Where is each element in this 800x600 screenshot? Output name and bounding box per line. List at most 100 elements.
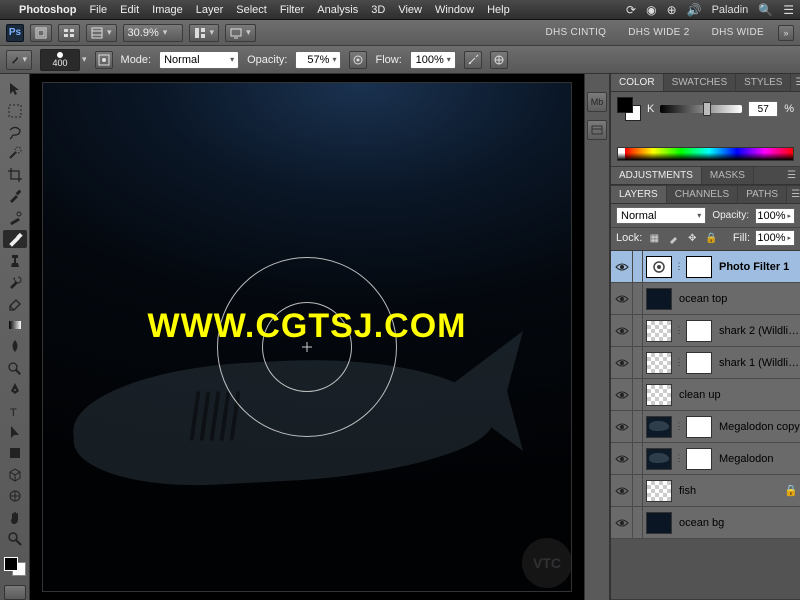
- layer-row[interactable]: ⋮Megalodon copy: [611, 411, 800, 443]
- layer-thumbnail[interactable]: [646, 384, 672, 406]
- healing-brush-tool[interactable]: [3, 209, 27, 227]
- size-pressure-toggle[interactable]: [490, 51, 508, 69]
- layer-name[interactable]: fish: [675, 485, 782, 497]
- tab-swatches[interactable]: SWATCHES: [664, 74, 737, 91]
- layer-row[interactable]: fish🔒: [611, 475, 800, 507]
- layer-thumbnail[interactable]: [646, 320, 672, 342]
- color-k-value[interactable]: 57: [748, 101, 778, 117]
- shape-tool[interactable]: [3, 444, 27, 462]
- lock-transparency-icon[interactable]: ▦: [647, 231, 661, 245]
- eyedropper-tool[interactable]: [3, 187, 27, 205]
- layer-mask-link-icon[interactable]: ⋮: [675, 448, 683, 470]
- layer-mask-thumbnail[interactable]: [686, 320, 712, 342]
- quick-mask-toggle[interactable]: [4, 585, 26, 600]
- mini-bridge-button[interactable]: [58, 24, 80, 42]
- layer-row[interactable]: ocean bg: [611, 507, 800, 539]
- opacity-pressure-toggle[interactable]: [349, 51, 367, 69]
- color-spectrum-ramp[interactable]: [617, 147, 794, 161]
- brush-tool[interactable]: [3, 230, 27, 248]
- brush-preset-picker[interactable]: 400 ▾: [40, 49, 87, 71]
- layer-visibility-toggle[interactable]: [611, 507, 633, 538]
- dock-icon-1[interactable]: Mb: [587, 92, 607, 112]
- pen-tool[interactable]: [3, 380, 27, 398]
- layer-row[interactable]: clean up: [611, 379, 800, 411]
- layer-visibility-toggle[interactable]: [611, 379, 633, 410]
- layer-name[interactable]: ocean top: [675, 293, 800, 305]
- layer-row[interactable]: ⋮shark 2 (Wildlife a...: [611, 315, 800, 347]
- menu-image[interactable]: Image: [152, 4, 183, 16]
- menu-file[interactable]: File: [89, 4, 107, 16]
- menu-window[interactable]: Window: [435, 4, 474, 16]
- layer-thumbnail[interactable]: [646, 352, 672, 374]
- menu-layer[interactable]: Layer: [196, 4, 224, 16]
- layer-thumbnail[interactable]: [646, 256, 672, 278]
- layer-name[interactable]: Photo Filter 1: [715, 261, 800, 273]
- layer-mask-thumbnail[interactable]: [686, 256, 712, 278]
- tab-adjustments[interactable]: ADJUSTMENTS: [611, 167, 702, 184]
- layer-thumbnail[interactable]: [646, 288, 672, 310]
- layer-mask-thumbnail[interactable]: [686, 448, 712, 470]
- type-tool[interactable]: T: [3, 401, 27, 419]
- layer-visibility-toggle[interactable]: [611, 347, 633, 378]
- layer-visibility-toggle[interactable]: [611, 315, 633, 346]
- layer-mask-link-icon[interactable]: ⋮: [675, 256, 683, 278]
- menu-3d[interactable]: 3D: [371, 4, 385, 16]
- layer-name[interactable]: clean up: [675, 389, 800, 401]
- layer-mask-thumbnail[interactable]: [686, 352, 712, 374]
- lock-pixels-icon[interactable]: [666, 231, 680, 245]
- menu-analysis[interactable]: Analysis: [317, 4, 358, 16]
- layer-name[interactable]: Megalodon copy: [715, 421, 800, 433]
- menubar-user[interactable]: Paladin: [712, 4, 749, 16]
- layer-blend-mode-select[interactable]: Normal: [616, 207, 706, 224]
- app-menu[interactable]: Photoshop: [19, 4, 76, 16]
- brush-panel-toggle[interactable]: [95, 51, 113, 69]
- layer-name[interactable]: shark 2 (Wildlife a...: [715, 325, 800, 337]
- color-panel-menu-icon[interactable]: ☰: [791, 74, 800, 91]
- flow-input[interactable]: 100%▾: [410, 51, 456, 69]
- lasso-tool[interactable]: [3, 123, 27, 141]
- layer-visibility-toggle[interactable]: [611, 283, 633, 314]
- document-canvas[interactable]: WWW.CGTSJ.COM: [42, 82, 572, 592]
- airbrush-toggle[interactable]: [464, 51, 482, 69]
- launch-bridge-button[interactable]: [30, 24, 52, 42]
- spotlight-icon[interactable]: 🔍: [758, 3, 773, 17]
- lock-all-icon[interactable]: 🔒: [704, 231, 718, 245]
- path-selection-tool[interactable]: [3, 423, 27, 441]
- layer-opacity-input[interactable]: 100%▸: [755, 208, 795, 224]
- tab-color[interactable]: COLOR: [611, 74, 664, 91]
- menu-help[interactable]: Help: [487, 4, 510, 16]
- tab-channels[interactable]: CHANNELS: [667, 186, 738, 203]
- 3d-camera-tool[interactable]: [3, 487, 27, 505]
- layer-mask-link-icon[interactable]: ⋮: [675, 352, 683, 374]
- workspace-tab-3[interactable]: DHS WIDE: [704, 27, 772, 38]
- menu-view[interactable]: View: [398, 4, 422, 16]
- 3d-tool[interactable]: [3, 466, 27, 484]
- menu-select[interactable]: Select: [236, 4, 267, 16]
- layer-thumbnail[interactable]: [646, 448, 672, 470]
- layer-row[interactable]: ocean top: [611, 283, 800, 315]
- layer-thumbnail[interactable]: [646, 512, 672, 534]
- workspace-overflow-button[interactable]: »: [778, 25, 794, 41]
- tab-paths[interactable]: PATHS: [738, 186, 787, 203]
- tool-preset-picker[interactable]: [6, 50, 32, 70]
- dodge-tool[interactable]: [3, 358, 27, 376]
- arrange-documents-dropdown[interactable]: [189, 24, 220, 42]
- layer-row[interactable]: ⋮ shark 1 (Wildlife a...: [611, 347, 800, 379]
- lock-position-icon[interactable]: ✥: [685, 231, 699, 245]
- layer-name[interactable]: shark 1 (Wildlife a...: [715, 357, 800, 369]
- clone-stamp-tool[interactable]: [3, 251, 27, 269]
- layer-row[interactable]: ⋮Megalodon: [611, 443, 800, 475]
- layer-mask-thumbnail[interactable]: [686, 416, 712, 438]
- tab-masks[interactable]: MASKS: [702, 167, 754, 184]
- dock-icon-2[interactable]: [587, 120, 607, 140]
- color-panel-swatch[interactable]: [617, 97, 641, 121]
- layer-fill-input[interactable]: 100%▸: [755, 230, 795, 246]
- workspace-tab-2[interactable]: DHS WIDE 2: [620, 27, 697, 38]
- layer-visibility-toggle[interactable]: [611, 251, 633, 282]
- zoom-level-dropdown[interactable]: 30.9%: [123, 24, 183, 42]
- move-tool[interactable]: [3, 80, 27, 98]
- zoom-tool[interactable]: [3, 530, 27, 548]
- ps-logo-icon[interactable]: Ps: [6, 24, 24, 42]
- globe-icon[interactable]: ⊕: [667, 3, 677, 17]
- layers-panel-menu-icon[interactable]: ☰: [787, 186, 800, 203]
